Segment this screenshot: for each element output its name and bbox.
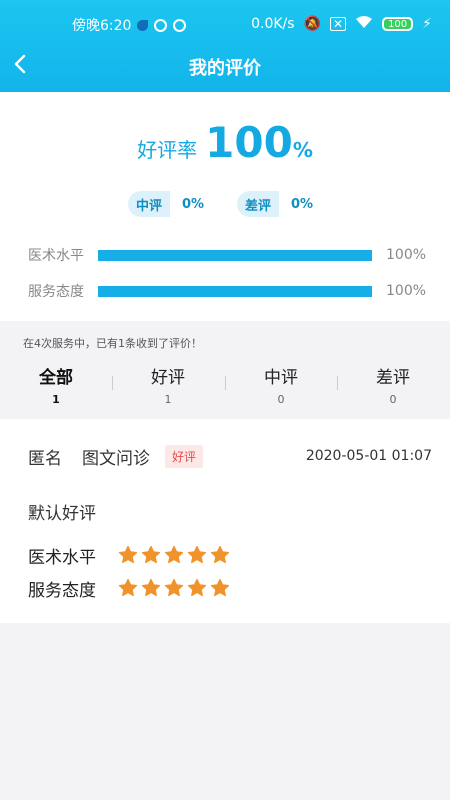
review-header: 匿名 图文问诊 好评 2020-05-01 01:07 — [28, 444, 432, 469]
tab-bad[interactable]: 差评 0 — [337, 363, 449, 406]
tab-good-count: 1 — [164, 393, 172, 406]
status-icons: 0.0K/s 🔕 ✕ 100 ⚡ — [251, 15, 432, 33]
status-bar: 傍晚6:20 0.0K/s 🔕 ✕ 100 ⚡ — [0, 0, 450, 46]
star-icon — [210, 545, 230, 564]
nav-bar: 我的评价 — [0, 46, 450, 92]
tab-medium-count: 0 — [277, 393, 285, 406]
good-rate: 好评率 100% — [0, 118, 450, 167]
good-rate-value: 100 — [205, 118, 293, 167]
skill-rating-fill — [98, 249, 372, 261]
notification-icon-2 — [173, 18, 187, 32]
bad-rate-pill: 差评 0% — [237, 191, 313, 217]
skill-score: 医术水平 — [28, 543, 230, 568]
service-type: 图文问诊 — [82, 448, 150, 469]
review-content: 默认好评 — [28, 504, 96, 524]
app-header: 傍晚6:20 0.0K/s 🔕 ✕ 100 ⚡ 我的评价 — [0, 0, 450, 92]
star-icon — [164, 545, 184, 564]
star-icon — [187, 578, 207, 597]
service-rating-value: 100% — [386, 283, 427, 299]
review-tag-badge: 好评 — [165, 444, 204, 468]
star-icon — [118, 578, 138, 597]
skill-rating-bar: 医术水平 100% — [28, 245, 427, 265]
good-rate-label: 好评率 — [137, 138, 198, 162]
service-rating-fill — [98, 285, 372, 297]
review-filter-tabs: 在4次服务中，已有1条收到了评价！ 全部 1 好评 1 中评 0 差评 0 — [0, 321, 450, 419]
tab-medium-label: 中评 — [264, 368, 298, 388]
network-speed: 0.0K/s — [251, 16, 295, 32]
page-title: 我的评价 — [189, 58, 261, 79]
medium-rate-label: 中评 — [128, 191, 171, 217]
skill-score-label: 医术水平 — [28, 547, 96, 568]
service-rating-track — [98, 285, 372, 297]
star-icon — [164, 578, 184, 597]
service-rating-label: 服务态度 — [28, 284, 84, 300]
battery-icon: 100 — [382, 17, 414, 31]
tab-all[interactable]: 全部 1 — [0, 363, 112, 406]
bad-rate-value: 0% — [291, 196, 314, 212]
skill-rating-label: 医术水平 — [28, 248, 84, 264]
service-rating-bar: 服务态度 100% — [28, 281, 427, 301]
notification-icon — [154, 18, 168, 32]
service-star-rating — [118, 578, 230, 598]
star-icon — [141, 545, 161, 564]
star-icon — [118, 545, 138, 564]
status-time: 傍晚6:20 — [72, 15, 187, 35]
medium-rate-value: 0% — [182, 196, 205, 212]
tab-all-count: 1 — [52, 393, 60, 406]
wifi-icon — [355, 15, 373, 33]
service-score: 服务态度 — [28, 576, 230, 601]
status-time-text: 傍晚6:20 — [72, 18, 132, 34]
skill-star-rating — [118, 545, 230, 565]
skill-rating-track — [98, 249, 372, 261]
tab-good-label: 好评 — [151, 368, 185, 388]
leaf-icon — [137, 19, 149, 31]
review-date: 2020-05-01 01:07 — [305, 448, 432, 464]
bad-rate-label: 差评 — [237, 191, 280, 217]
review-count-hint: 在4次服务中，已有1条收到了评价！ — [23, 337, 202, 350]
star-icon — [187, 545, 207, 564]
medium-rate-pill: 中评 0% — [128, 191, 204, 217]
rating-summary: 好评率 100% 中评 0% 差评 0% 医术水平 100% 服务态度 100% — [0, 92, 450, 321]
tab-all-label: 全部 — [39, 368, 73, 388]
mute-icon: 🔕 — [303, 16, 321, 32]
star-icon — [210, 578, 230, 597]
tab-bad-count: 0 — [389, 393, 397, 406]
review-card: 匿名 图文问诊 好评 2020-05-01 01:07 默认好评 医术水平 服务… — [0, 419, 450, 623]
reviewer-name: 匿名 — [28, 448, 62, 469]
tab-good[interactable]: 好评 1 — [112, 363, 224, 406]
skill-rating-value: 100% — [386, 247, 427, 263]
star-icon — [141, 578, 161, 597]
sim-icon: ✕ — [330, 17, 347, 31]
charging-icon: ⚡ — [422, 16, 432, 32]
good-rate-unit: % — [292, 138, 313, 162]
service-score-label: 服务态度 — [28, 580, 96, 601]
tab-bad-label: 差评 — [376, 368, 410, 388]
tab-medium[interactable]: 中评 0 — [225, 363, 337, 406]
